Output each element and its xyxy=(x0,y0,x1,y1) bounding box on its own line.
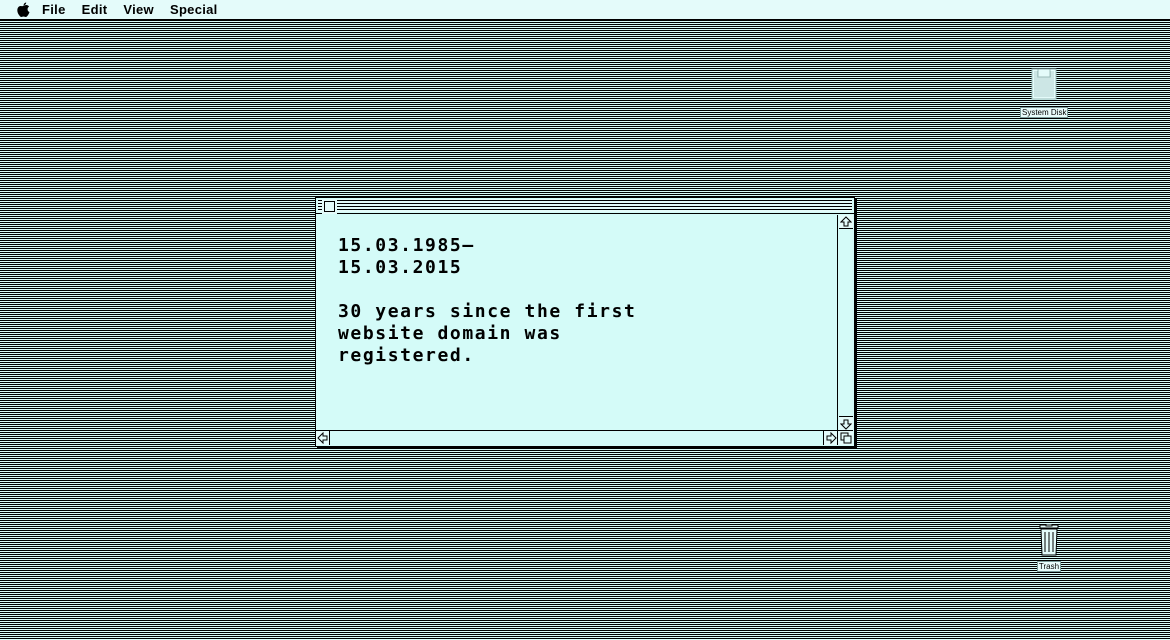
menu-view[interactable]: View xyxy=(123,2,154,17)
floppy-disk-icon[interactable] xyxy=(1028,68,1060,106)
text-line-blank xyxy=(338,279,637,301)
menu-file[interactable]: File xyxy=(42,2,66,17)
window-content: 15.03.1985– 15.03.2015 30 years since th… xyxy=(316,215,837,430)
system-disk-icon-group[interactable]: System Disk xyxy=(1020,68,1069,118)
text-line-date-start: 15.03.1985– xyxy=(338,235,475,256)
menu-bar: File Edit View Special xyxy=(0,0,1170,20)
horizontal-scrollbar[interactable] xyxy=(316,430,837,446)
scroll-down-arrow-icon[interactable] xyxy=(839,416,853,430)
trash-can-icon[interactable] xyxy=(1036,523,1062,560)
text-line-date-end: 15.03.2015 xyxy=(338,257,463,278)
scroll-right-arrow-icon[interactable] xyxy=(823,431,837,445)
close-box-button[interactable] xyxy=(322,199,337,214)
scroll-left-arrow-icon[interactable] xyxy=(316,431,330,445)
text-line-1: 30 years since the first xyxy=(338,301,637,322)
document-text: 15.03.1985– 15.03.2015 30 years since th… xyxy=(338,235,637,367)
text-line-3: registered. xyxy=(338,345,475,366)
document-window: 15.03.1985– 15.03.2015 30 years since th… xyxy=(315,197,855,447)
window-title-bar[interactable] xyxy=(316,198,854,214)
trash-icon-group[interactable]: Trash xyxy=(1036,523,1062,572)
system-disk-label[interactable]: System Disk xyxy=(1020,107,1069,118)
scroll-up-arrow-icon[interactable] xyxy=(839,215,853,229)
apple-icon[interactable] xyxy=(16,2,30,18)
menu-special[interactable]: Special xyxy=(170,2,218,17)
menu-edit[interactable]: Edit xyxy=(82,2,108,17)
resize-grow-icon[interactable] xyxy=(837,430,853,445)
vertical-scrollbar[interactable] xyxy=(837,215,854,430)
trash-label[interactable]: Trash xyxy=(1036,561,1062,572)
text-line-2: website domain was xyxy=(338,323,562,344)
